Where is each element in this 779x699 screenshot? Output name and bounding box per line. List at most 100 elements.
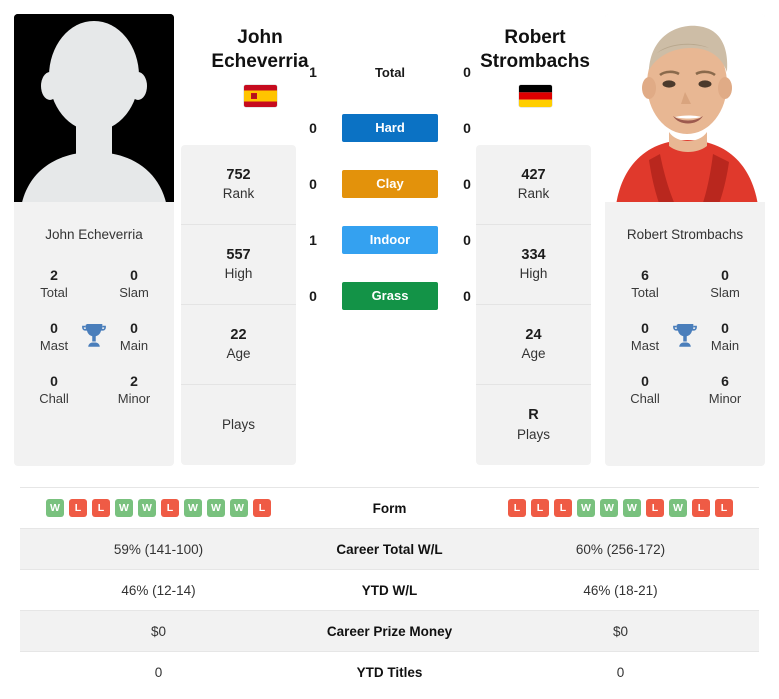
label: Main xyxy=(119,337,149,353)
h2h-right-score: 0 xyxy=(463,176,471,192)
left-titles-chall: 0 Chall xyxy=(14,365,94,418)
label: Total xyxy=(40,285,68,301)
left-stat-high: 557 High xyxy=(181,225,296,305)
table-row: $0 Career Prize Money $0 xyxy=(20,610,759,652)
right-value-cell: 60% (256-172) xyxy=(482,528,759,570)
form-chip-loss: L xyxy=(692,499,710,517)
right-stat-rank: 427 Rank xyxy=(476,145,591,225)
label: Minor xyxy=(117,390,151,406)
value: 24 xyxy=(525,326,542,343)
label: Mast xyxy=(39,337,69,353)
h2h-row-clay: 0 Clay 0 xyxy=(300,170,480,198)
right-titles-chall: 0 Chall xyxy=(605,365,685,418)
left-value-cell: 59% (141-100) xyxy=(20,528,297,570)
right-player-titles-grid: 6 Total 0 Slam 0 Mast 0 Main 0 Chall 6 M… xyxy=(605,255,765,417)
form-chip-win: W xyxy=(600,499,618,517)
left-player-photo xyxy=(14,14,174,214)
form-chip-loss: L xyxy=(253,499,271,517)
left-value-cell: 0 xyxy=(20,651,297,693)
form-chip-win: W xyxy=(230,499,248,517)
right-stat-age: 24 Age xyxy=(476,305,591,385)
left-player-card[interactable]: John Echeverria 2 Total 0 Slam 0 Mast 0 … xyxy=(14,14,174,466)
label: Chall xyxy=(630,390,660,406)
table-row: 0 YTD Titles 0 xyxy=(20,651,759,693)
h2h-left-score: 0 xyxy=(309,120,317,136)
left-player-photo-name: John Echeverria xyxy=(45,227,143,242)
value: 0 xyxy=(721,267,729,284)
label: Mast xyxy=(630,337,660,353)
h2h-left-score: 1 xyxy=(309,64,317,80)
form-chip-loss: L xyxy=(161,499,179,517)
right-player-photo xyxy=(605,14,765,214)
right-stat-high: 334 High xyxy=(476,225,591,305)
row-label-cell: Career Prize Money xyxy=(297,610,482,652)
form-chip-win: W xyxy=(184,499,202,517)
value: 2 xyxy=(50,267,58,284)
form-chip-win: W xyxy=(207,499,225,517)
value: 334 xyxy=(521,246,546,263)
label: Minor xyxy=(708,390,742,406)
h2h-row-indoor: 1 Indoor 0 xyxy=(300,226,480,254)
h2h-right-score: 0 xyxy=(463,288,471,304)
label: Rank xyxy=(517,186,550,202)
label: Plays xyxy=(516,426,550,442)
label: High xyxy=(519,266,548,282)
row-label-cell: YTD W/L xyxy=(297,569,482,611)
surface-badge-grass[interactable]: Grass xyxy=(342,282,438,310)
h2h-right-score: 0 xyxy=(463,232,471,248)
player-portrait-image xyxy=(605,14,765,214)
right-value-cell: LLLWWWLWLL xyxy=(482,487,759,529)
surface-badge-clay[interactable]: Clay xyxy=(342,170,438,198)
right-value-cell: $0 xyxy=(482,610,759,652)
head-to-head-comparison-page: John Echeverria 2 Total 0 Slam 0 Mast 0 … xyxy=(0,0,779,699)
h2h-right-score: 0 xyxy=(463,120,471,136)
left-titles-minor: 2 Minor xyxy=(94,365,174,418)
left-player-first-name: John xyxy=(237,27,283,48)
value: 0 xyxy=(641,319,649,336)
form-chip-win: W xyxy=(623,499,641,517)
right-player-card[interactable]: Robert Strombachs 6 Total 0 Slam 0 Mast … xyxy=(605,14,765,466)
table-row: 59% (141-100) Career Total W/L 60% (256-17… xyxy=(20,528,759,570)
form-chip-win: W xyxy=(138,499,156,517)
form-chip-loss: L xyxy=(92,499,110,517)
left-player-titles-grid: 2 Total 0 Slam 0 Mast 0 Main 0 Chall 2 M… xyxy=(14,255,174,417)
left-form-strip: WLLWWLWWWL xyxy=(20,499,297,517)
silhouette-avatar-icon xyxy=(14,14,174,214)
label: Chall xyxy=(39,390,69,406)
form-chip-win: W xyxy=(669,499,687,517)
right-player-stats-column: 427 Rank 334 High 24 Age R Plays xyxy=(476,145,591,465)
h2h-row-hard: 0 Hard 0 xyxy=(300,114,480,142)
spain-flag-icon xyxy=(243,84,277,107)
right-titles-total: 6 Total xyxy=(605,259,685,312)
value: 6 xyxy=(721,372,729,389)
right-titles-slam: 0 Slam xyxy=(685,259,765,312)
form-chip-loss: L xyxy=(715,499,733,517)
label: Slam xyxy=(119,285,149,301)
label: High xyxy=(224,266,253,282)
form-chip-loss: L xyxy=(69,499,87,517)
left-titles-slam: 0 Slam xyxy=(94,259,174,312)
label: Plays xyxy=(221,416,255,432)
right-value-cell: 0 xyxy=(482,651,759,693)
form-chip-loss: L xyxy=(646,499,664,517)
value: 752 xyxy=(226,166,251,183)
right-titles-main: 0 Main xyxy=(685,312,765,365)
h2h-row-grass: 0 Grass 0 xyxy=(300,282,480,310)
surface-badge-hard[interactable]: Hard xyxy=(342,114,438,142)
h2h-left-score: 0 xyxy=(309,288,317,304)
head-to-head-surface-breakdown: 1 Total 0 0 Hard 0 0 Clay 0 1 Indoor 0 0 Grass 0 xyxy=(300,58,480,310)
h2h-left-score: 0 xyxy=(309,176,317,192)
value: 427 xyxy=(521,166,546,183)
h2h-total-label: Total xyxy=(374,64,406,80)
value: 0 xyxy=(641,372,649,389)
left-stat-plays: Plays xyxy=(181,385,296,465)
form-chip-win: W xyxy=(46,499,64,517)
surface-badge-indoor[interactable]: Indoor xyxy=(342,226,438,254)
left-titles-mast: 0 Mast xyxy=(14,312,94,365)
label: Main xyxy=(710,337,740,353)
label: Slam xyxy=(710,285,740,301)
table-row: 46% (12-14) YTD W/L 46% (18-21) xyxy=(20,569,759,611)
value: 0 xyxy=(50,319,58,336)
value: 22 xyxy=(230,326,247,343)
h2h-left-score: 1 xyxy=(309,232,317,248)
